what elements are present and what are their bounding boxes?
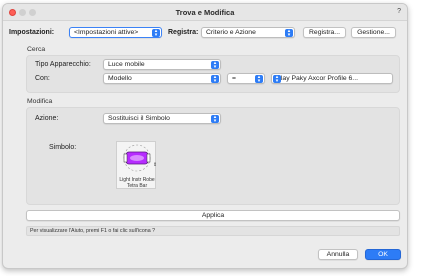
- chevron-updown-icon: ▴ ▾: [255, 75, 263, 83]
- symbol-label: Simbolo:: [49, 144, 77, 151]
- chevron-updown-icon: ▴ ▾: [273, 75, 281, 83]
- chevron-updown-icon: ▴ ▾: [211, 75, 219, 83]
- symbol-caption-line-2: Tetra Bar: [126, 183, 148, 189]
- criteria-field-dropdown[interactable]: Modello ▴ ▾: [103, 73, 221, 84]
- chevron-updown-icon: ▴ ▾: [152, 29, 160, 37]
- fixture-type-dropdown[interactable]: Luce mobile ▴ ▾: [103, 59, 221, 70]
- register-button[interactable]: Registra...: [303, 27, 346, 38]
- model-value: Clay Paky Axcor Profile 6...: [276, 75, 358, 82]
- register-dropdown[interactable]: Criterio e Azione ▴ ▾: [201, 27, 295, 38]
- model-value-dropdown[interactable]: Clay Paky Axcor Profile 6... ▴ ▾: [271, 73, 393, 84]
- title-bar: Trova e Modifica ?: [3, 4, 407, 21]
- settings-dropdown[interactable]: <Impostazioni attive> ▴ ▾: [69, 27, 162, 38]
- settings-label: Impostazioni:: [9, 29, 55, 36]
- window-title: Trova e Modifica: [175, 8, 235, 17]
- modify-section-title: Modifica: [27, 98, 53, 105]
- fixture-type-value: Luce mobile: [108, 61, 145, 68]
- help-icon[interactable]: ?: [397, 8, 401, 15]
- svg-text:⇕: ⇕: [153, 162, 157, 168]
- cancel-button[interactable]: Annulla: [318, 249, 358, 260]
- settings-dropdown-value: <Impostazioni attive>: [74, 29, 139, 36]
- ok-button[interactable]: OK: [365, 249, 401, 260]
- manage-button[interactable]: Gestione...: [351, 27, 396, 38]
- moving-light-symbol-icon: ⇕: [123, 144, 157, 172]
- action-value: Sostituisci il Simbolo: [108, 115, 170, 122]
- operator-dropdown[interactable]: = ▴ ▾: [227, 73, 265, 84]
- chevron-updown-icon: ▴ ▾: [285, 29, 293, 37]
- find-and-modify-dialog: Trova e Modifica ? Impostazioni: <Impost…: [2, 3, 408, 269]
- chevron-updown-icon: ▴ ▾: [211, 61, 219, 69]
- with-label: Con:: [35, 75, 50, 82]
- criteria-field-value: Modello: [108, 75, 132, 82]
- fixture-type-label: Tipo Apparecchio:: [35, 61, 91, 68]
- register-label: Registra:: [168, 29, 199, 36]
- help-hint-bar: Per visualizzare l'Aiuto, premi F1 o fai…: [26, 226, 400, 236]
- chevron-updown-icon: ▴ ▾: [211, 115, 219, 123]
- symbol-preview[interactable]: ⇕ Light Instr Robe Tetra Bar: [116, 141, 157, 189]
- action-dropdown[interactable]: Sostituisci il Simbolo ▴ ▾: [103, 113, 221, 124]
- register-dropdown-value: Criterio e Azione: [206, 29, 256, 36]
- search-section-title: Cerca: [27, 46, 46, 53]
- operator-value: =: [232, 75, 236, 82]
- action-label: Azione:: [35, 115, 59, 122]
- apply-button[interactable]: Applica: [26, 210, 400, 221]
